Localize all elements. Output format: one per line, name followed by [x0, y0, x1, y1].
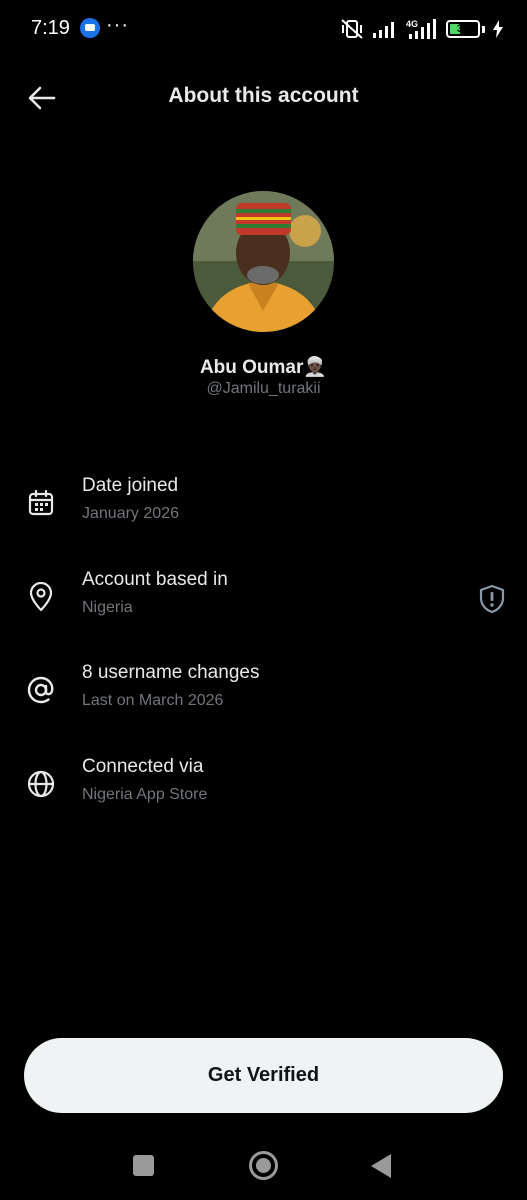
avatar[interactable] [193, 191, 334, 332]
row-title: Connected via [82, 756, 204, 777]
name-emoji: 👳🏿‍♂️ [303, 357, 328, 378]
signal-icon [373, 22, 394, 38]
about-account-screen: 7:19 ··· 4G 38 About this account Abu Ou… [0, 0, 527, 1200]
battery-icon: 38 [446, 20, 480, 38]
status-time: 7:19 [31, 17, 70, 39]
profile-name: Abu Oumar👳🏿‍♂️ [0, 355, 527, 379]
row-subtitle: January 2026 [82, 505, 179, 522]
svg-text:4G: 4G [406, 19, 418, 29]
info-row-date-joined: Date joined January 2026 [0, 472, 527, 542]
battery-cap [482, 25, 485, 33]
globe-icon [24, 767, 58, 801]
shield-alert-icon[interactable] [477, 583, 507, 615]
calendar-icon [24, 486, 58, 520]
status-bar: 7:19 ··· 4G 38 [0, 0, 527, 58]
more-notifications-icon: ··· [106, 14, 129, 36]
profile-photo [193, 191, 334, 332]
location-pin-icon [24, 580, 58, 614]
row-subtitle: Last on March 2026 [82, 692, 224, 709]
row-subtitle: Nigeria [82, 599, 133, 616]
status-indicators: 4G 38 [340, 18, 503, 40]
info-row-connected-via: Connected via Nigeria App Store [0, 753, 527, 823]
at-sign-icon [24, 673, 58, 707]
charging-icon [493, 20, 503, 38]
recents-button[interactable] [133, 1155, 154, 1176]
profile-handle: @Jamilu_turakii [206, 380, 321, 397]
battery-level: 38 [456, 23, 470, 35]
row-title: Account based in [82, 569, 228, 590]
home-button[interactable] [249, 1151, 278, 1180]
row-subtitle: Nigeria App Store [82, 786, 208, 803]
system-back-button[interactable] [371, 1154, 391, 1178]
signal-4g-icon: 4G [406, 19, 436, 39]
row-title: 8 username changes [82, 662, 260, 683]
info-row-username-changes: 8 username changes Last on March 2026 [0, 659, 527, 729]
header: About this account [0, 70, 527, 124]
vibrate-mute-icon [341, 19, 363, 39]
display-name: Abu Oumar [199, 357, 304, 378]
system-nav-bar [0, 1130, 527, 1200]
row-title: Date joined [82, 475, 179, 496]
get-verified-button[interactable]: Get Verified [24, 1038, 503, 1113]
messages-notification-icon [80, 18, 100, 38]
page-title: About this account [168, 84, 359, 107]
info-row-account-based-in: Account based in Nigeria [0, 566, 527, 636]
